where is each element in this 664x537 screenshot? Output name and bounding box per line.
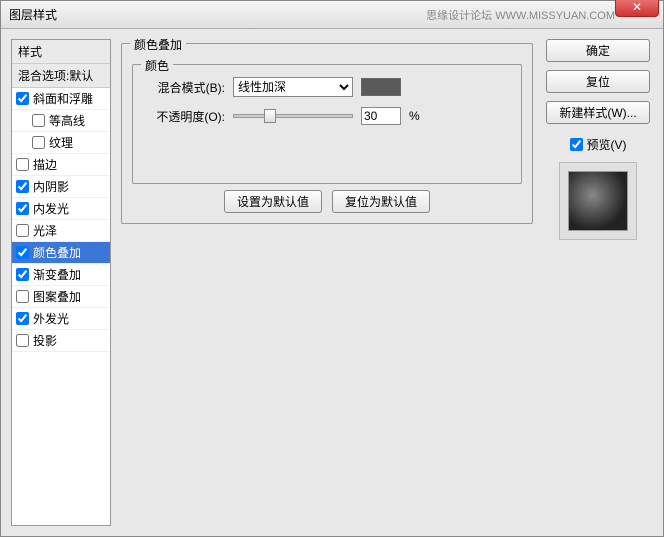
sidebar-blend-options[interactable]: 混合选项:默认 bbox=[12, 64, 110, 88]
sidebar-item-label: 斜面和浮雕 bbox=[33, 90, 93, 107]
opacity-input[interactable] bbox=[361, 107, 401, 125]
sidebar-checkbox-2[interactable] bbox=[32, 136, 45, 149]
sidebar-item-label: 描边 bbox=[33, 156, 57, 173]
slider-thumb[interactable] bbox=[264, 109, 276, 123]
sidebar-item-8[interactable]: 渐变叠加 bbox=[12, 264, 110, 286]
preview-thumbnail bbox=[568, 171, 628, 231]
opacity-unit: % bbox=[409, 109, 420, 123]
watermark: 思缘设计论坛 WWW.MISSYUAN.COM bbox=[426, 7, 615, 23]
sidebar-item-label: 外发光 bbox=[33, 310, 69, 327]
sidebar-checkbox-6[interactable] bbox=[16, 224, 29, 237]
opacity-slider[interactable] bbox=[233, 114, 353, 118]
cancel-button[interactable]: 复位 bbox=[546, 70, 650, 93]
opacity-label: 不透明度(O): bbox=[145, 108, 225, 125]
sidebar-checkbox-0[interactable] bbox=[16, 92, 29, 105]
preview-check-row: 预览(V) bbox=[570, 136, 627, 153]
sidebar-checkbox-9[interactable] bbox=[16, 290, 29, 303]
sidebar-item-3[interactable]: 描边 bbox=[12, 154, 110, 176]
sidebar-item-label: 内发光 bbox=[33, 200, 69, 217]
sidebar-item-7[interactable]: 颜色叠加 bbox=[12, 242, 110, 264]
sidebar-item-2[interactable]: 纹理 bbox=[12, 132, 110, 154]
defaults-button-row: 设置为默认值 复位为默认值 bbox=[132, 190, 522, 213]
sidebar-checkbox-10[interactable] bbox=[16, 312, 29, 325]
main-panel: 颜色叠加 颜色 混合模式(B): 线性加深 不透明度(O): bbox=[121, 39, 533, 526]
section-title: 颜色叠加 bbox=[130, 36, 186, 53]
color-swatch[interactable] bbox=[361, 78, 401, 96]
sidebar-item-11[interactable]: 投影 bbox=[12, 330, 110, 352]
blend-mode-select[interactable]: 线性加深 bbox=[233, 77, 353, 97]
sidebar-checkbox-7[interactable] bbox=[16, 246, 29, 259]
sidebar-checkbox-4[interactable] bbox=[16, 180, 29, 193]
sidebar-item-0[interactable]: 斜面和浮雕 bbox=[12, 88, 110, 110]
color-overlay-fieldset: 颜色叠加 颜色 混合模式(B): 线性加深 不透明度(O): bbox=[121, 43, 533, 224]
titlebar: 图层样式 思缘设计论坛 WWW.MISSYUAN.COM ✕ bbox=[1, 1, 663, 29]
sidebar-checkbox-5[interactable] bbox=[16, 202, 29, 215]
sidebar-checkbox-8[interactable] bbox=[16, 268, 29, 281]
sidebar-item-label: 渐变叠加 bbox=[33, 266, 81, 283]
sidebar-item-label: 颜色叠加 bbox=[33, 244, 81, 261]
window-title: 图层样式 bbox=[9, 6, 426, 23]
sidebar-item-9[interactable]: 图案叠加 bbox=[12, 286, 110, 308]
sidebar-item-10[interactable]: 外发光 bbox=[12, 308, 110, 330]
sidebar-item-label: 投影 bbox=[33, 332, 57, 349]
sidebar-item-1[interactable]: 等高线 bbox=[12, 110, 110, 132]
close-icon: ✕ bbox=[632, 0, 642, 14]
opacity-row: 不透明度(O): % bbox=[145, 107, 509, 125]
group-title: 颜色 bbox=[141, 57, 173, 74]
close-button[interactable]: ✕ bbox=[615, 0, 659, 17]
reset-default-button[interactable]: 复位为默认值 bbox=[332, 190, 430, 213]
sidebar-header[interactable]: 样式 bbox=[12, 40, 110, 64]
blend-mode-label: 混合模式(B): bbox=[145, 79, 225, 96]
sidebar-item-label: 光泽 bbox=[33, 222, 57, 239]
right-column: 确定 复位 新建样式(W)... 预览(V) bbox=[543, 39, 653, 526]
preview-label: 预览(V) bbox=[587, 136, 627, 153]
sidebar-checkbox-1[interactable] bbox=[32, 114, 45, 127]
sidebar-item-label: 等高线 bbox=[49, 112, 85, 129]
ok-button[interactable]: 确定 bbox=[546, 39, 650, 62]
sidebar-item-label: 纹理 bbox=[49, 134, 73, 151]
styles-sidebar: 样式 混合选项:默认 斜面和浮雕等高线纹理描边内阴影内发光光泽颜色叠加渐变叠加图… bbox=[11, 39, 111, 526]
color-group: 颜色 混合模式(B): 线性加深 不透明度(O): bbox=[132, 64, 522, 184]
sidebar-item-5[interactable]: 内发光 bbox=[12, 198, 110, 220]
sidebar-item-label: 图案叠加 bbox=[33, 288, 81, 305]
preview-checkbox[interactable] bbox=[570, 138, 583, 151]
make-default-button[interactable]: 设置为默认值 bbox=[224, 190, 322, 213]
blend-mode-row: 混合模式(B): 线性加深 bbox=[145, 77, 509, 97]
layer-style-dialog: 图层样式 思缘设计论坛 WWW.MISSYUAN.COM ✕ 样式 混合选项:默… bbox=[0, 0, 664, 537]
sidebar-item-label: 内阴影 bbox=[33, 178, 69, 195]
sidebar-item-4[interactable]: 内阴影 bbox=[12, 176, 110, 198]
sidebar-item-6[interactable]: 光泽 bbox=[12, 220, 110, 242]
content: 样式 混合选项:默认 斜面和浮雕等高线纹理描边内阴影内发光光泽颜色叠加渐变叠加图… bbox=[1, 29, 663, 536]
sidebar-checkbox-11[interactable] bbox=[16, 334, 29, 347]
new-style-button[interactable]: 新建样式(W)... bbox=[546, 101, 650, 124]
sidebar-checkbox-3[interactable] bbox=[16, 158, 29, 171]
